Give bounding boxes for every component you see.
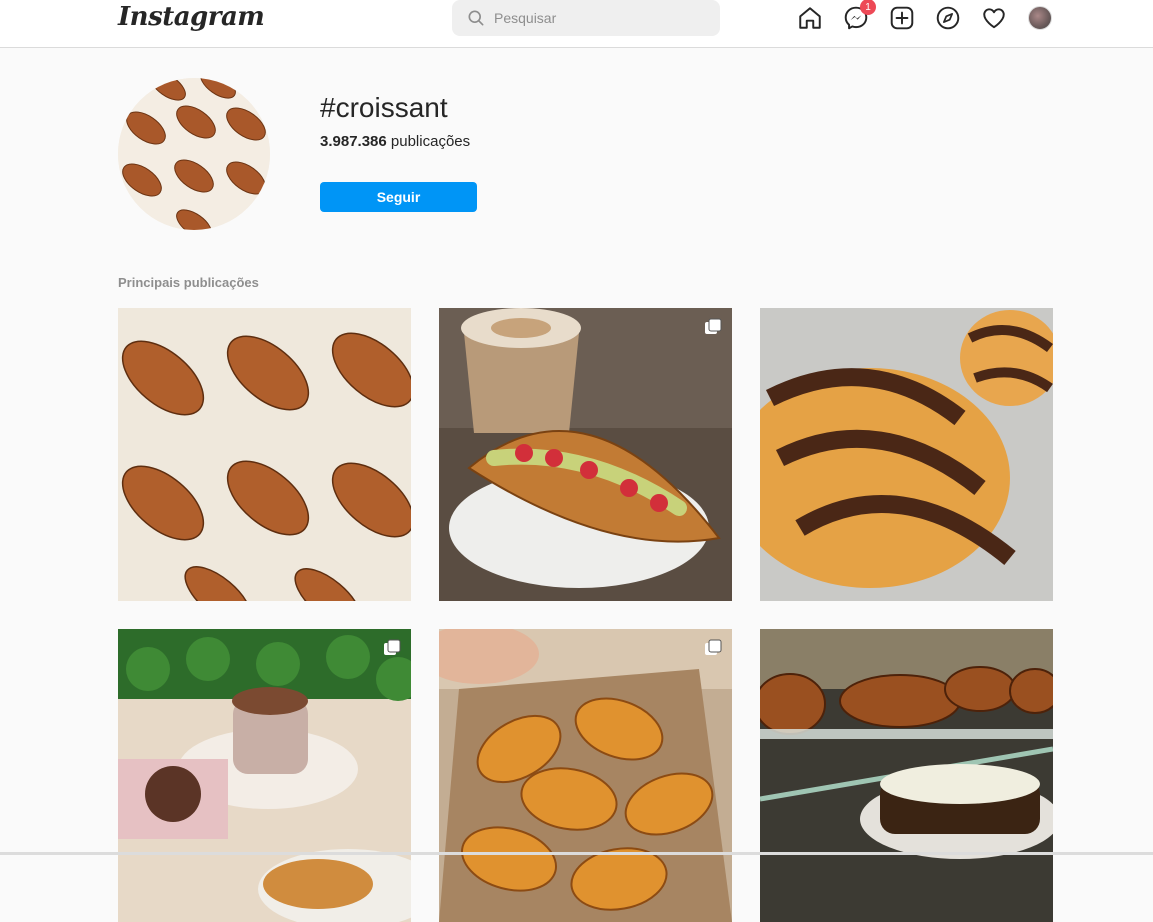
post-thumbnail[interactable] xyxy=(118,629,411,922)
activity-button[interactable] xyxy=(981,5,1007,31)
messenger-badge: 1 xyxy=(860,0,876,15)
post-count-label: publicações xyxy=(390,133,471,150)
multiple-posts-icon xyxy=(705,318,722,334)
avatar xyxy=(1028,6,1052,30)
instagram-logo[interactable]: Instagram xyxy=(118,2,265,32)
multiple-posts-icon xyxy=(384,639,401,655)
profile-button[interactable] xyxy=(1027,5,1053,31)
multiple-posts-icon xyxy=(705,639,722,655)
post-count-number: 3.987.386 xyxy=(320,133,387,150)
new-post-icon xyxy=(890,6,914,30)
post-thumbnail[interactable] xyxy=(760,629,1053,922)
post-thumbnail[interactable] xyxy=(439,308,732,601)
search-icon xyxy=(468,10,484,26)
nav-icons: 1 xyxy=(797,0,1053,31)
home-button[interactable] xyxy=(797,5,823,31)
top-posts-title: Principais publicações xyxy=(118,275,259,290)
post-count: 3.987.386 publicações xyxy=(320,133,470,150)
post-thumbnail[interactable] xyxy=(760,308,1053,601)
hashtag-title: #croissant xyxy=(320,92,448,123)
post-thumbnail[interactable] xyxy=(118,308,411,601)
heart-icon xyxy=(983,8,1005,29)
post-thumbnail[interactable] xyxy=(439,629,732,922)
explore-icon xyxy=(936,6,960,30)
home-icon xyxy=(799,7,821,29)
explore-button[interactable] xyxy=(935,5,961,31)
search-input[interactable] xyxy=(494,10,694,26)
messenger-button[interactable]: 1 xyxy=(843,0,876,31)
top-navigation-bar: Instagram 1 xyxy=(0,0,1153,48)
new-post-button[interactable] xyxy=(889,5,915,31)
hashtag-cover-image xyxy=(118,78,270,230)
search-box[interactable] xyxy=(452,0,720,36)
follow-button[interactable]: Seguir xyxy=(320,182,477,212)
